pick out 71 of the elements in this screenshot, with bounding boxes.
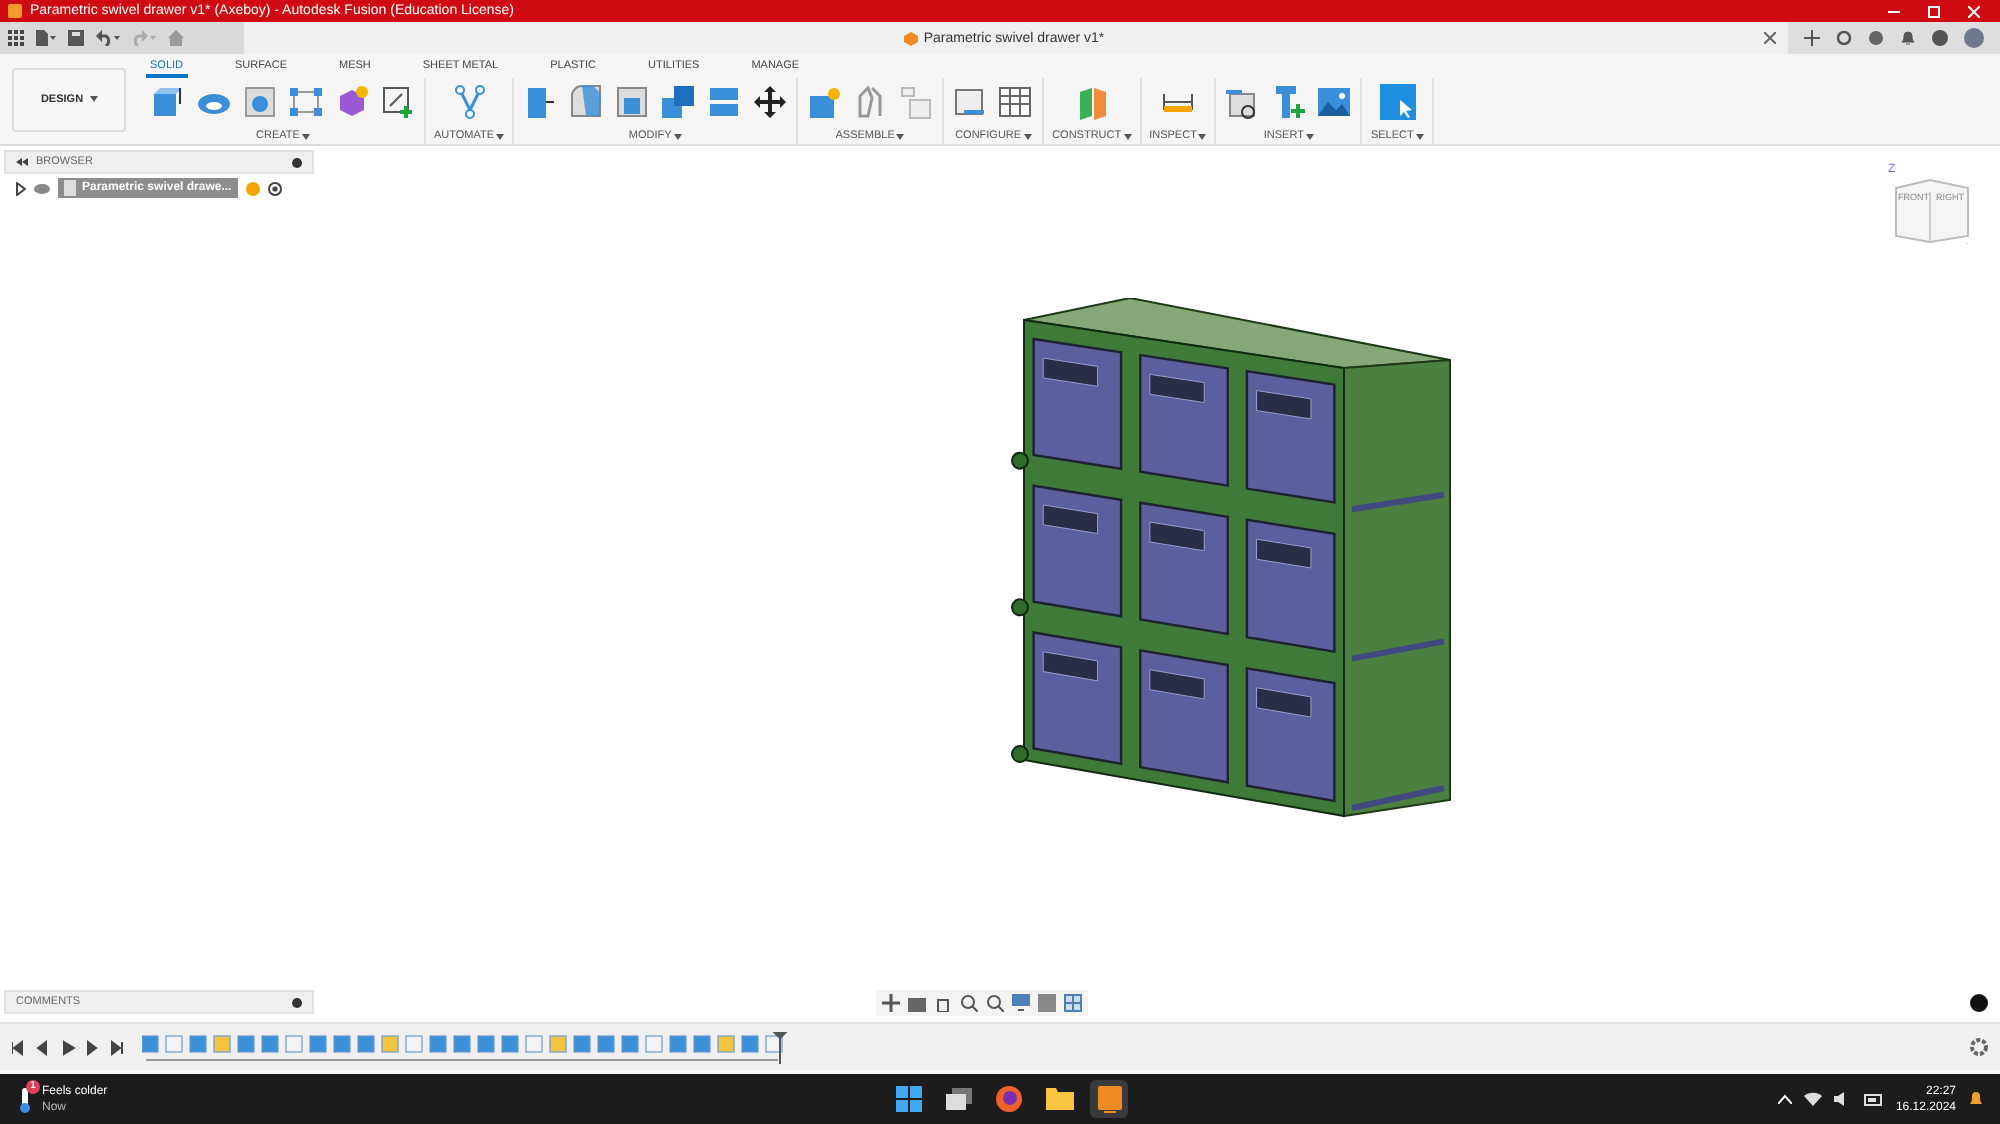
wifi-icon[interactable]	[1803, 1092, 1822, 1106]
close-tab-icon[interactable]	[1764, 32, 1776, 44]
save-icon[interactable]	[68, 30, 84, 46]
orbit-icon[interactable]	[882, 994, 900, 1012]
caret-icon	[496, 133, 505, 139]
app-icon	[8, 4, 22, 18]
chevron-up-icon[interactable]	[1777, 1094, 1792, 1104]
press-pull-icon[interactable]	[522, 84, 559, 120]
fillet-icon[interactable]	[568, 84, 605, 120]
insert-mesh-icon[interactable]	[1270, 84, 1307, 120]
caret-icon	[89, 96, 98, 102]
settings-icon[interactable]	[1970, 1038, 1988, 1056]
eye-icon[interactable]	[34, 183, 50, 193]
start-button[interactable]	[890, 1080, 928, 1118]
extrude-icon[interactable]	[150, 84, 186, 120]
viewports-icon[interactable]	[1064, 994, 1082, 1012]
windows-icon	[896, 1086, 922, 1112]
select-icon[interactable]	[1379, 84, 1416, 120]
form-icon[interactable]	[334, 84, 370, 120]
avatar-icon[interactable]	[1964, 28, 1984, 48]
component-icon[interactable]	[806, 84, 843, 120]
caret-icon	[1123, 133, 1132, 139]
parameters-icon[interactable]	[952, 84, 989, 120]
thermometer-icon	[16, 1085, 34, 1113]
undo-icon[interactable]	[96, 30, 120, 46]
refresh-icon[interactable]	[1836, 30, 1852, 46]
pattern-icon[interactable]	[288, 84, 324, 120]
fusion-app-icon	[1097, 1085, 1121, 1113]
sketch-icon[interactable]	[380, 84, 416, 120]
caret-icon	[301, 133, 310, 139]
split-icon[interactable]	[706, 84, 743, 120]
configure-table-icon[interactable]	[998, 84, 1035, 120]
fusion-button[interactable]	[1090, 1080, 1128, 1118]
insert-derive-icon[interactable]	[1224, 84, 1261, 120]
browser-button[interactable]	[990, 1080, 1028, 1118]
bell-icon[interactable]	[1968, 1090, 1984, 1108]
bell-icon[interactable]	[1900, 30, 1916, 46]
caret-icon	[896, 133, 905, 139]
caret-icon	[1415, 133, 1424, 139]
close-icon[interactable]	[1968, 5, 1980, 17]
hole-icon[interactable]	[242, 84, 278, 120]
radio-icon[interactable]	[267, 181, 282, 195]
maximize-icon[interactable]	[1928, 5, 1940, 17]
design-file-icon	[903, 31, 918, 45]
cube-icon	[1892, 176, 1972, 244]
collapse-icon[interactable]	[16, 158, 28, 166]
caret-icon	[1305, 133, 1314, 139]
task-view-icon	[946, 1088, 972, 1110]
caret-icon	[1198, 133, 1207, 139]
plus-icon[interactable]	[1804, 30, 1820, 46]
combine-icon[interactable]	[660, 84, 697, 120]
image-icon[interactable]	[1316, 84, 1353, 120]
panel-dot-icon[interactable]	[292, 157, 302, 167]
component-badge-icon	[245, 181, 260, 195]
automate-icon[interactable]	[451, 84, 488, 120]
folder-icon	[1045, 1088, 1073, 1110]
move-icon[interactable]	[752, 84, 789, 120]
caret-icon	[673, 133, 682, 139]
file-icon[interactable]	[36, 30, 56, 46]
zoom-window-icon[interactable]	[986, 994, 1004, 1012]
shell-icon[interactable]	[614, 84, 651, 120]
apps-grid-icon[interactable]	[8, 30, 24, 46]
panel-dot-icon[interactable]	[292, 997, 302, 1007]
monitor-icon[interactable]	[1012, 994, 1030, 1012]
caret-icon	[1023, 133, 1032, 139]
battery-icon[interactable]	[1863, 1093, 1884, 1105]
document-icon	[64, 180, 76, 196]
minimize-icon[interactable]	[1888, 5, 1900, 17]
zoom-icon[interactable]	[960, 994, 978, 1012]
expand-icon[interactable]	[16, 181, 26, 195]
browser-icon	[996, 1086, 1022, 1112]
